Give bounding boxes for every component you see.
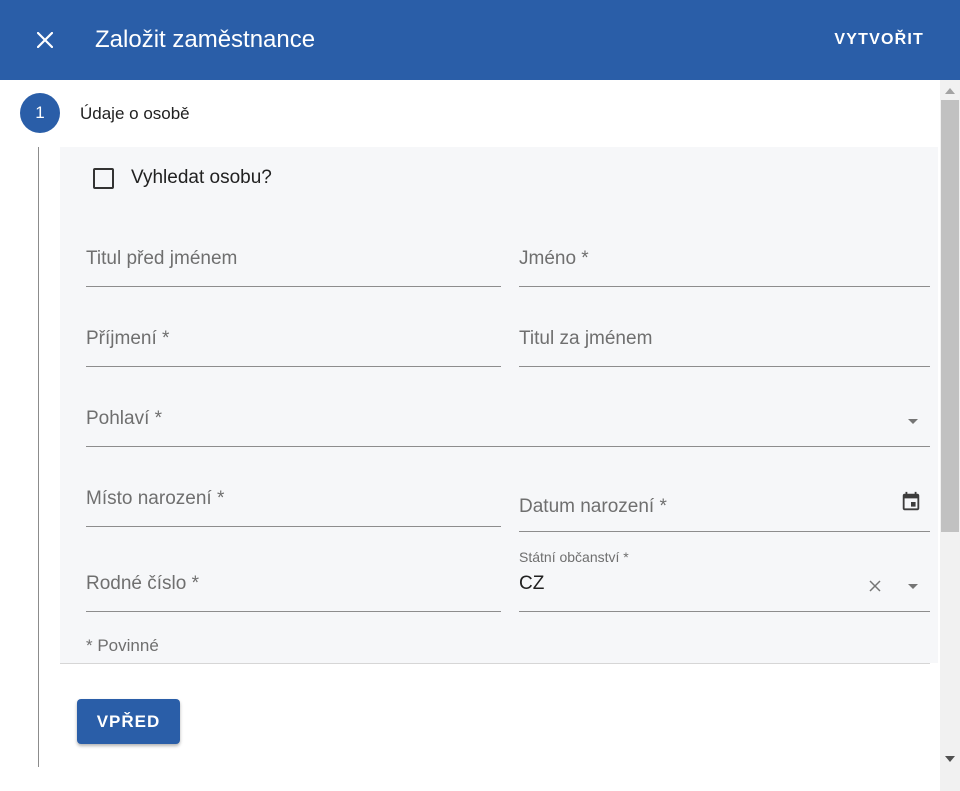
search-person-label[interactable]: Vyhledat osobu? (131, 167, 272, 189)
scrollbar-thumb[interactable] (941, 100, 959, 532)
title-after-field[interactable]: Titul za jménem (519, 321, 930, 367)
birth-date-label: Datum narození * (519, 496, 667, 517)
step-number-badge: 1 (20, 93, 60, 133)
first-name-label: Jméno * (519, 248, 589, 269)
close-icon (37, 32, 53, 48)
step-label[interactable]: Údaje o osobě (80, 104, 190, 124)
last-name-field[interactable]: Příjmení * (86, 321, 501, 367)
birth-date-field[interactable]: Datum narození * (519, 481, 930, 532)
clear-icon[interactable] (868, 579, 882, 593)
gender-select[interactable]: Pohlaví * (86, 401, 930, 447)
title-before-label: Titul před jménem (86, 248, 238, 269)
scroll-down-arrow-icon[interactable] (945, 756, 955, 762)
gender-label: Pohlaví * (86, 408, 163, 429)
dialog-title: Založit zaměstnance (95, 26, 316, 53)
step-connector-line (38, 147, 39, 767)
birth-place-field[interactable]: Místo narození * (86, 481, 501, 527)
create-button[interactable]: VYTVOŘIT (822, 25, 936, 55)
birth-number-label: Rodné číslo * (86, 573, 200, 594)
close-button[interactable] (29, 24, 61, 56)
title-after-label: Titul za jménem (519, 328, 653, 349)
first-name-field[interactable]: Jméno * (519, 241, 930, 287)
gender-dropdown-arrow-icon[interactable] (908, 419, 918, 424)
scrollbar[interactable] (940, 80, 960, 791)
form-divider (60, 663, 930, 664)
citizenship-value: CZ (519, 573, 545, 594)
citizenship-dropdown-arrow-icon[interactable] (908, 584, 918, 589)
calendar-icon[interactable] (900, 491, 922, 513)
birth-number-field[interactable]: Rodné číslo * (86, 566, 501, 612)
search-person-checkbox[interactable] (93, 168, 114, 189)
next-button[interactable]: VPŘED (77, 699, 180, 744)
app-bar: Založit zaměstnance VYTVOŘIT (0, 0, 960, 80)
title-before-field[interactable]: Titul před jménem (86, 241, 501, 287)
citizenship-select[interactable]: Státní občanství * CZ (519, 549, 930, 612)
required-hint: * Povinné (86, 636, 159, 655)
birth-place-label: Místo narození * (86, 488, 225, 509)
citizenship-label: Státní občanství * (519, 549, 629, 565)
scroll-up-arrow-icon[interactable] (945, 88, 955, 94)
last-name-label: Příjmení * (86, 328, 170, 349)
